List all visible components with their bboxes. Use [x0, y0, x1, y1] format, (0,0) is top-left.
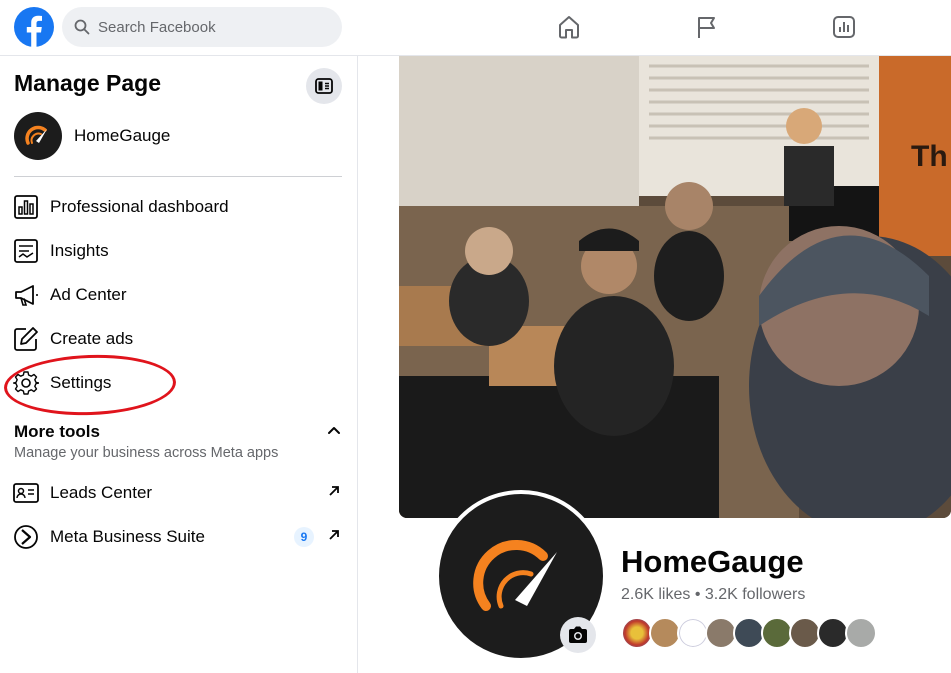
menu-item-label: Professional dashboard	[50, 197, 229, 216]
business-suite-icon	[14, 525, 38, 549]
follower-avatar[interactable]	[845, 617, 877, 649]
facebook-logo-icon[interactable]	[14, 7, 54, 47]
insights-icon	[14, 239, 38, 263]
dashboard-nav-icon[interactable]	[831, 14, 857, 40]
dashboard-icon	[14, 195, 38, 219]
menu-item-meta-business-suite[interactable]: Meta Business Suite	[12, 519, 205, 555]
chevron-up-icon[interactable]	[326, 422, 342, 438]
camera-icon	[569, 626, 587, 643]
menu-item-create-ads[interactable]: Create ads	[12, 321, 133, 357]
divider	[14, 176, 342, 177]
cover-photo[interactable]: Th	[399, 56, 951, 518]
profile-name: HomeGauge	[621, 544, 804, 579]
search-bar[interactable]	[62, 7, 342, 47]
page-main-content: Th HomeGauge 2.6K likes • 3.2K followers	[359, 56, 951, 673]
external-link-icon	[329, 530, 339, 540]
manage-page-sidebar: Manage Page HomeGauge Professional dashb…	[0, 56, 358, 673]
sidebar-title: Manage Page	[14, 70, 161, 96]
page-avatar	[14, 112, 62, 160]
cover-photo-image: Th	[399, 56, 951, 518]
menu-item-label: Leads Center	[50, 483, 153, 502]
external-link-icon	[329, 486, 339, 496]
more-tools-heading: More tools	[14, 422, 100, 441]
profile-stats[interactable]: 2.6K likes • 3.2K followers	[621, 586, 805, 604]
edit-icon	[14, 327, 38, 351]
menu-item-insights[interactable]: Insights	[12, 233, 109, 269]
update-profile-picture-button[interactable]	[560, 617, 596, 653]
menu-item-label: Create ads	[50, 329, 134, 348]
search-input[interactable]	[98, 18, 318, 36]
search-icon	[74, 19, 90, 35]
page-switcher[interactable]: HomeGauge	[14, 112, 170, 160]
menu-item-ad-center[interactable]: Ad Center	[12, 277, 127, 313]
page-name: HomeGauge	[74, 126, 171, 145]
follower-avatars[interactable]	[621, 617, 877, 649]
flag-icon[interactable]	[694, 14, 720, 40]
menu-item-leads-center[interactable]: Leads Center	[12, 475, 152, 511]
collapse-sidebar-button[interactable]	[306, 68, 342, 104]
home-icon[interactable]	[556, 14, 582, 40]
menu-item-label: Ad Center	[50, 285, 127, 304]
contact-card-icon	[13, 483, 39, 503]
gauge-logo-icon	[473, 539, 557, 611]
gauge-logo-icon	[25, 125, 47, 145]
notification-badge: 9	[294, 527, 314, 547]
sidebar-toggle-icon	[315, 78, 333, 94]
menu-item-label: Insights	[50, 241, 109, 260]
svg-text:Th: Th	[911, 140, 948, 173]
more-tools-subtitle: Manage your business across Meta apps	[14, 445, 279, 461]
menu-item-label: Meta Business Suite	[50, 527, 205, 546]
menu-item-professional-dashboard[interactable]: Professional dashboard	[12, 189, 229, 225]
top-navigation-bar	[0, 0, 951, 56]
settings-highlight-annotation	[3, 352, 177, 418]
megaphone-icon	[15, 285, 38, 306]
